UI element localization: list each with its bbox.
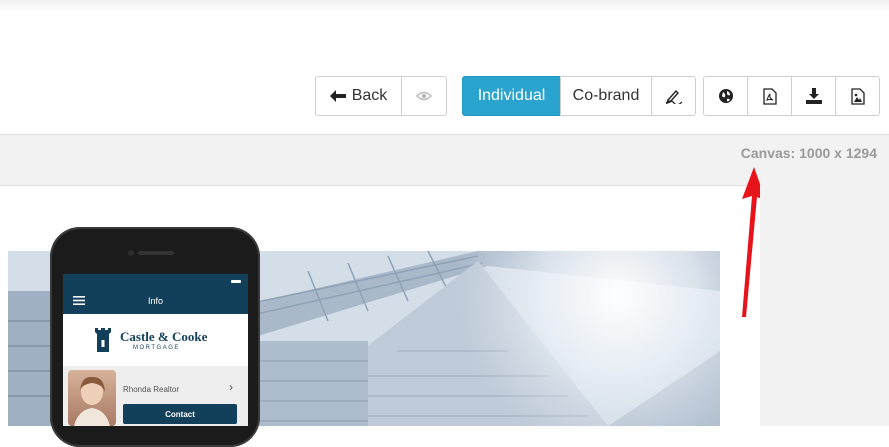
pdf-icon <box>762 87 777 105</box>
app-header: Info <box>63 274 248 314</box>
web-button[interactable] <box>703 76 748 116</box>
globe-icon <box>718 89 733 103</box>
realtor-name: Rhonda Realtor <box>123 385 180 394</box>
image-file-icon <box>850 87 865 105</box>
preview-button[interactable] <box>401 76 447 116</box>
canvas-right-margin <box>760 185 889 426</box>
top-shadow-bar <box>0 0 889 12</box>
castle-logo-icon <box>95 328 111 352</box>
download-icon <box>805 88 822 104</box>
cobrand-button[interactable]: Co-brand <box>560 76 652 116</box>
back-button[interactable]: Back <box>315 76 402 116</box>
phone-screen: Info Castle & Cooke MORTGAGE Rhonda Real… <box>63 274 248 426</box>
realtor-avatar <box>68 370 116 426</box>
signature-icon <box>665 89 682 104</box>
back-button-label: Back <box>351 87 388 104</box>
pdf-button[interactable] <box>747 76 792 116</box>
export-group <box>703 76 880 116</box>
app-header-title: Info <box>147 296 163 306</box>
download-button[interactable] <box>791 76 836 116</box>
logo-company-name: Castle & Cooke <box>120 329 208 344</box>
battery-icon <box>231 280 241 283</box>
signature-button[interactable] <box>651 76 696 116</box>
chevron-right-icon[interactable]: › <box>229 380 233 394</box>
canvas-size-label: Canvas: 1000 x 1294 <box>740 145 877 161</box>
mode-group: Individual Co-brand <box>462 76 696 116</box>
phone-speaker <box>138 251 174 255</box>
phone-camera <box>128 250 134 256</box>
eye-icon <box>416 91 432 101</box>
realtor-photo <box>74 376 110 426</box>
image-button[interactable] <box>835 76 880 116</box>
contact-button[interactable]: Contact <box>123 404 237 424</box>
company-logo: Castle & Cooke MORTGAGE <box>63 314 248 366</box>
navigation-group: Back <box>315 76 447 116</box>
arrow-left-icon <box>329 90 346 102</box>
logo-company-sub: MORTGAGE <box>133 345 180 351</box>
individual-button[interactable]: Individual <box>462 76 561 116</box>
